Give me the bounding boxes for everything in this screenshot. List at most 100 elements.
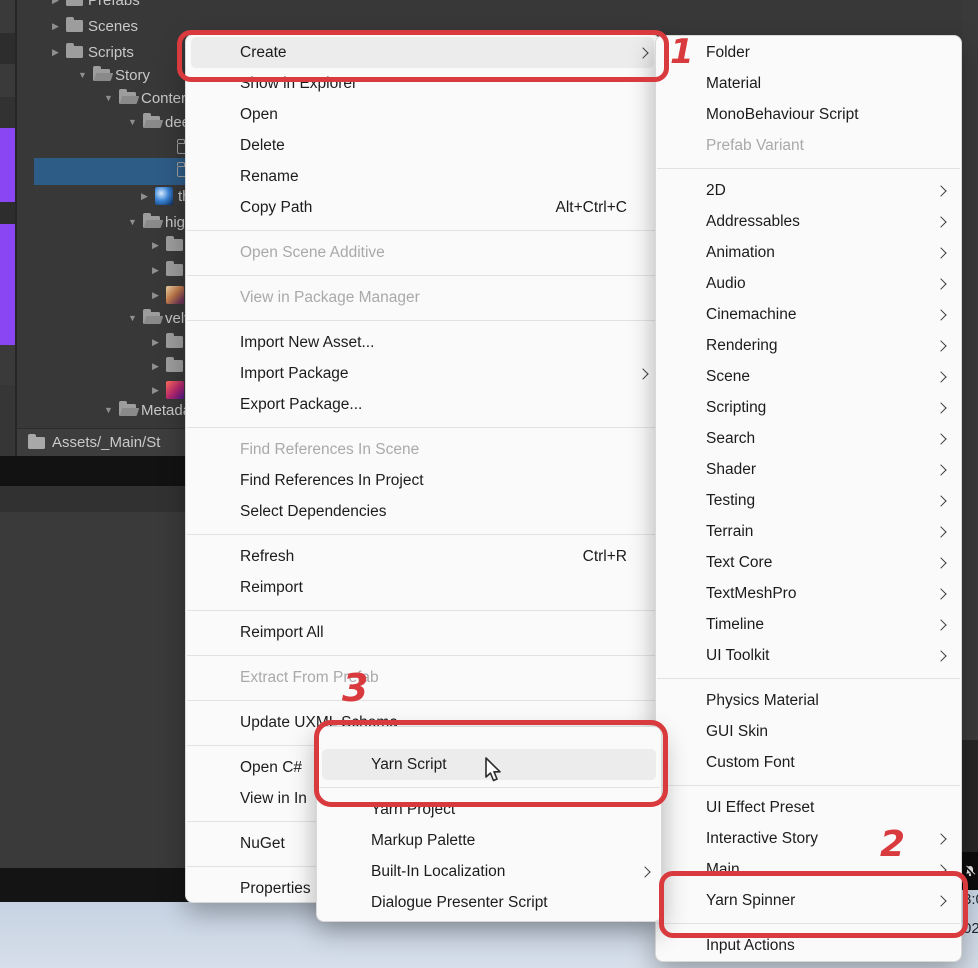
submenu-chevron-icon [935, 895, 946, 906]
tree-item-velv[interactable]: ▼ velv [127, 306, 192, 330]
folder-icon [166, 264, 183, 276]
menu-separator [187, 700, 658, 701]
tree-item-conter[interactable]: ▼ Conter [103, 86, 186, 110]
tree-item-high[interactable]: ▼ high [127, 210, 193, 234]
menu-item-markup-palette[interactable]: Markup Palette [317, 825, 661, 856]
menu-separator [187, 610, 658, 611]
folder-icon [143, 312, 160, 324]
menu-item-testing[interactable]: Testing [656, 485, 961, 516]
menu-item-extract-from-prefab[interactable]: Extract From Prefab [186, 662, 659, 693]
tree-item-story[interactable]: ▼ Story [77, 63, 150, 87]
disclosure-triangle-icon[interactable]: ▶ [150, 240, 161, 251]
folder-icon [166, 336, 183, 348]
menu-item-open-scene-additive[interactable]: Open Scene Additive [186, 237, 659, 268]
menu-item-timeline[interactable]: Timeline [656, 609, 961, 640]
tree-item-dee[interactable]: ▼ dee [127, 110, 190, 134]
menu-item-dialogue-presenter-script[interactable]: Dialogue Presenter Script [317, 887, 661, 918]
folder-icon [66, 20, 83, 32]
menu-item-shader[interactable]: Shader [656, 454, 961, 485]
menu-item-custom-font[interactable]: Custom Font [656, 747, 961, 778]
menu-separator [318, 787, 660, 788]
menu-item-copy-path[interactable]: Copy Path Alt+Ctrl+C [186, 192, 659, 223]
menu-item-material[interactable]: Material [656, 68, 961, 99]
menu-item-main[interactable]: Main [656, 854, 961, 885]
menu-item-text-core[interactable]: Text Core [656, 547, 961, 578]
menu-item-ui-toolkit[interactable]: UI Toolkit [656, 640, 961, 671]
submenu-chevron-icon [935, 464, 946, 475]
menu-item-physics-material[interactable]: Physics Material [656, 685, 961, 716]
menu-item-delete[interactable]: Delete [186, 130, 659, 161]
submenu-chevron-icon [637, 368, 648, 379]
menu-item-import-package[interactable]: Import Package [186, 358, 659, 389]
menu-item-audio[interactable]: Audio [656, 268, 961, 299]
submenu-chevron-icon [935, 402, 946, 413]
disclosure-triangle-icon[interactable]: ▶ [150, 337, 161, 348]
submenu-chevron-icon [935, 185, 946, 196]
tree-item-metada[interactable]: ▼ Metada [103, 398, 191, 422]
disclosure-triangle-icon[interactable]: ▼ [103, 93, 114, 103]
menu-item-prefab-variant[interactable]: Prefab Variant [656, 130, 961, 161]
menu-item-show-in-explorer[interactable]: Show in Explorer [186, 68, 659, 99]
menu-item-gui-skin[interactable]: GUI Skin [656, 716, 961, 747]
menu-item-textmeshpro[interactable]: TextMeshPro [656, 578, 961, 609]
menu-item-import-new-asset[interactable]: Import New Asset... [186, 327, 659, 358]
menu-item-monobehaviour-script[interactable]: MonoBehaviour Script [656, 99, 961, 130]
disclosure-triangle-icon[interactable]: ▶ [150, 265, 161, 276]
disclosure-triangle-icon[interactable]: ▶ [50, 0, 61, 6]
tree-item-scripts[interactable]: ▶ Scripts [50, 40, 134, 64]
menu-item-create[interactable]: Create [191, 37, 654, 68]
taskbar-clock-date[interactable]: 02 [963, 920, 978, 937]
disclosure-triangle-icon[interactable]: ▼ [127, 313, 138, 323]
menu-item-refresh[interactable]: Refresh Ctrl+R [186, 541, 659, 572]
tree-item-prefabs[interactable]: ▶ Prefabs [50, 0, 140, 12]
disclosure-triangle-icon[interactable]: ▶ [139, 191, 150, 202]
menu-item-scripting[interactable]: Scripting [656, 392, 961, 423]
menu-item-built-in-localization[interactable]: Built-In Localization [317, 856, 661, 887]
disclosure-triangle-icon[interactable]: ▼ [77, 70, 88, 80]
menu-item-2d[interactable]: 2D [656, 175, 961, 206]
menu-item-search[interactable]: Search [656, 423, 961, 454]
menu-item-scene[interactable]: Scene [656, 361, 961, 392]
system-tray[interactable] [962, 852, 978, 890]
disclosure-triangle-icon[interactable]: ▶ [50, 21, 61, 32]
tree-item-scenes[interactable]: ▶ Scenes [50, 14, 138, 38]
taskbar-clock-time[interactable]: 3:0 [963, 891, 978, 908]
shortcut-label: Alt+Ctrl+C [556, 199, 628, 217]
disclosure-triangle-icon[interactable]: ▼ [103, 405, 114, 415]
menu-item-rename[interactable]: Rename [186, 161, 659, 192]
menu-item-terrain[interactable]: Terrain [656, 516, 961, 547]
menu-item-find-references-in-project[interactable]: Find References In Project [186, 465, 659, 496]
menu-item-cinemachine[interactable]: Cinemachine [656, 299, 961, 330]
menu-item-reimport-all[interactable]: Reimport All [186, 617, 659, 648]
menu-item-interactive-story[interactable]: Interactive Story [656, 823, 961, 854]
menu-item-view-in-package-manager[interactable]: View in Package Manager [186, 282, 659, 313]
submenu-chevron-icon [935, 278, 946, 289]
submenu-chevron-icon [935, 650, 946, 661]
menu-item-yarn-project[interactable]: Yarn Project [317, 794, 661, 825]
menu-item-export-package[interactable]: Export Package... [186, 389, 659, 420]
tree-item-th[interactable]: ▶ th [139, 184, 191, 208]
strip-segment [0, 64, 15, 97]
strip-segment [0, 0, 15, 33]
disclosure-triangle-icon[interactable]: ▶ [150, 361, 161, 372]
disclosure-triangle-icon[interactable]: ▶ [150, 290, 161, 301]
menu-item-rendering[interactable]: Rendering [656, 330, 961, 361]
menu-item-open[interactable]: Open [186, 99, 659, 130]
menu-item-folder[interactable]: Folder [656, 37, 961, 68]
disclosure-triangle-icon[interactable]: ▼ [127, 117, 138, 127]
menu-separator [187, 655, 658, 656]
menu-separator [657, 678, 960, 679]
disclosure-triangle-icon[interactable]: ▶ [50, 47, 61, 58]
menu-item-yarn-spinner[interactable]: Yarn Spinner [656, 885, 961, 916]
submenu-chevron-icon [935, 340, 946, 351]
menu-item-ui-effect-preset[interactable]: UI Effect Preset [656, 792, 961, 823]
disclosure-triangle-icon[interactable]: ▼ [127, 217, 138, 227]
disclosure-triangle-icon[interactable]: ▶ [150, 385, 161, 396]
menu-item-animation[interactable]: Animation [656, 237, 961, 268]
yarn-spinner-submenu: Yarn Script Yarn Project Markup Palette … [316, 726, 662, 922]
menu-item-addressables[interactable]: Addressables [656, 206, 961, 237]
menu-item-find-references-in-scene[interactable]: Find References In Scene [186, 434, 659, 465]
menu-item-select-dependencies[interactable]: Select Dependencies [186, 496, 659, 527]
menu-item-reimport[interactable]: Reimport [186, 572, 659, 603]
menu-item-input-actions[interactable]: Input Actions [656, 930, 961, 961]
